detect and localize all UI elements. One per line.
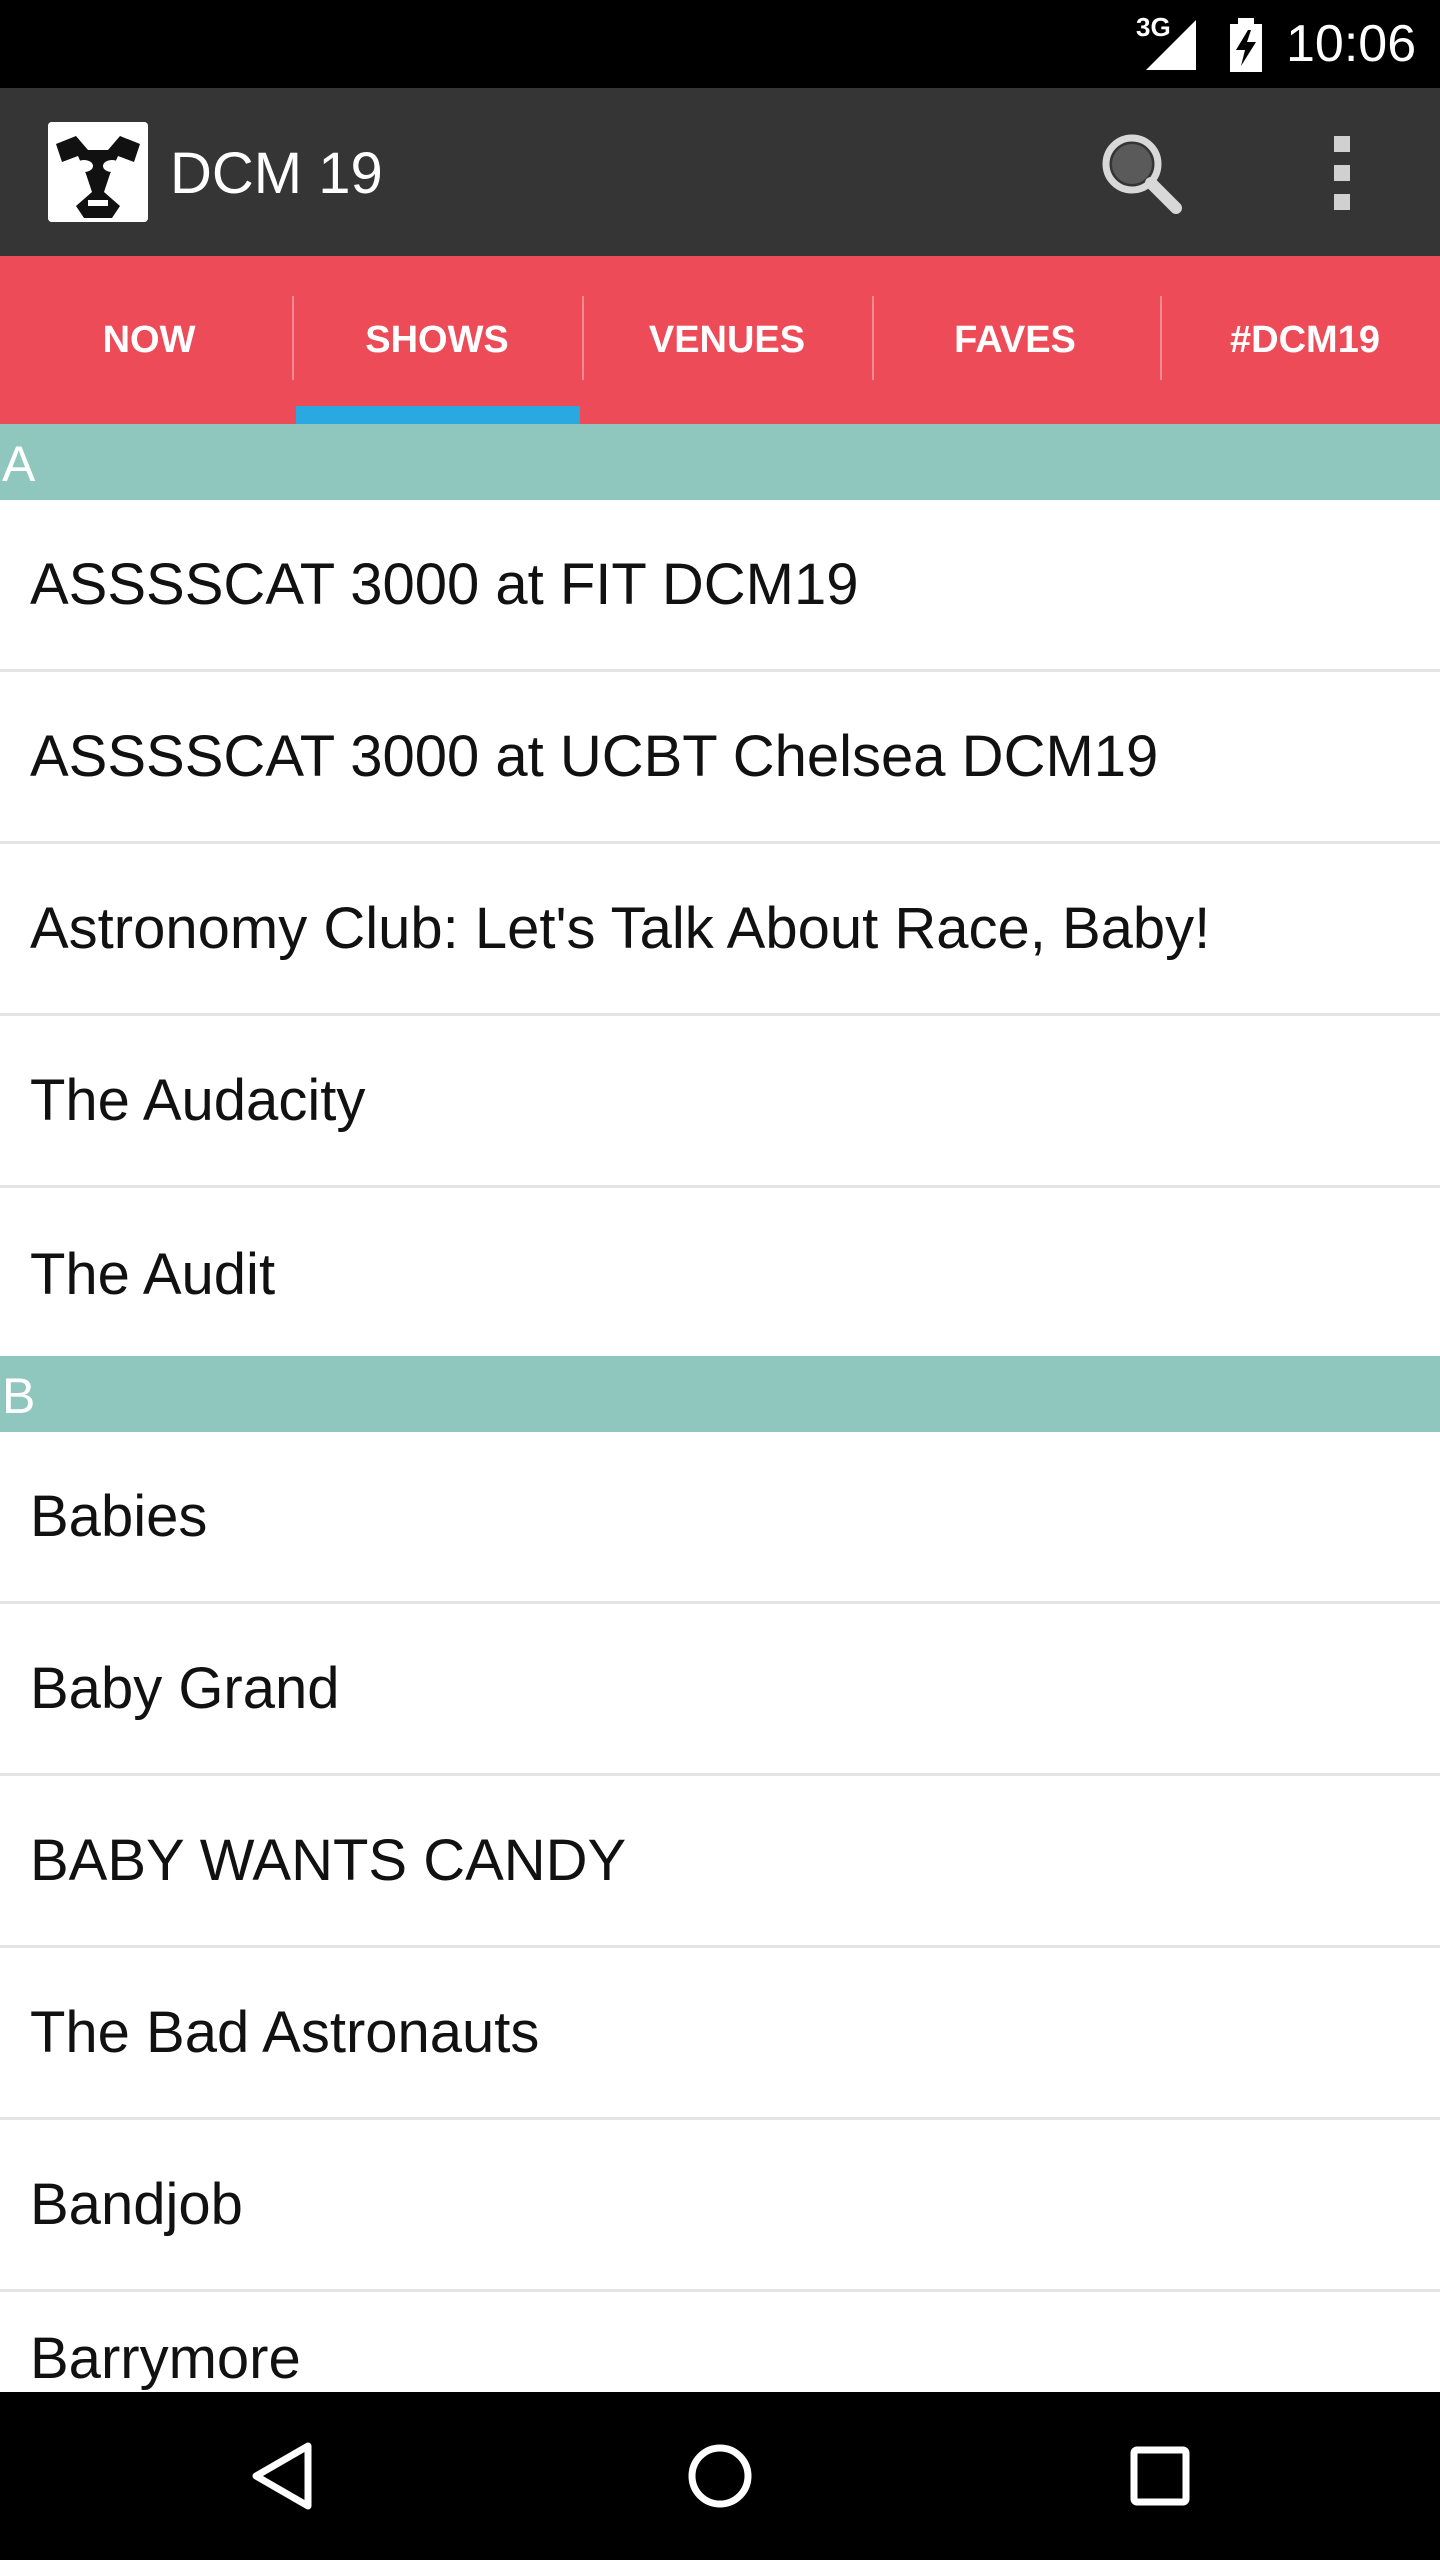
list-item[interactable]: BABY WANTS CANDY — [0, 1776, 1440, 1948]
clock: 10:06 — [1286, 15, 1417, 73]
overflow-menu-icon[interactable] — [1306, 128, 1376, 218]
tab-dcm19[interactable]: #DCM19 — [1160, 256, 1440, 424]
list-item[interactable]: Astronomy Club: Let's Talk About Race, B… — [0, 844, 1440, 1016]
app-bar: DCM 19 — [0, 88, 1440, 256]
list-item[interactable]: The Audit — [0, 1188, 1440, 1360]
tab-bar: NOW SHOWS VENUES FAVES #DCM19 — [0, 256, 1440, 424]
recents-icon[interactable] — [1110, 2426, 1210, 2526]
battery-charging-icon — [1230, 18, 1262, 72]
signal-icon — [1146, 20, 1196, 70]
selected-tab-indicator — [296, 406, 580, 424]
back-icon[interactable] — [232, 2426, 332, 2526]
search-icon[interactable] — [1096, 128, 1186, 218]
navigation-bar — [0, 2392, 1440, 2560]
list-item[interactable]: The Bad Astronauts — [0, 1948, 1440, 2120]
list-item[interactable]: ASSSSCAT 3000 at UCBT Chelsea DCM19 — [0, 672, 1440, 844]
list-item[interactable]: Baby Grand — [0, 1604, 1440, 1776]
tab-shows[interactable]: SHOWS — [292, 256, 582, 424]
list-item[interactable]: Bandjob — [0, 2120, 1440, 2292]
list-item[interactable]: ASSSSCAT 3000 at FIT DCM19 — [0, 500, 1440, 672]
home-icon[interactable] — [670, 2426, 770, 2526]
app-title: DCM 19 — [170, 141, 383, 206]
app-logo-icon[interactable] — [48, 122, 148, 222]
list-item[interactable]: Barrymore — [0, 2292, 1440, 2392]
tab-faves[interactable]: FAVES — [870, 256, 1160, 424]
status-bar: 3G 10:06 — [0, 0, 1440, 88]
tab-venues[interactable]: VENUES — [582, 256, 872, 424]
list-item[interactable]: Babies — [0, 1432, 1440, 1604]
tab-now[interactable]: NOW — [4, 256, 294, 424]
list-item[interactable]: The Audacity — [0, 1016, 1440, 1188]
section-header-b: B — [0, 1356, 1440, 1432]
section-header-a: A — [0, 424, 1440, 500]
